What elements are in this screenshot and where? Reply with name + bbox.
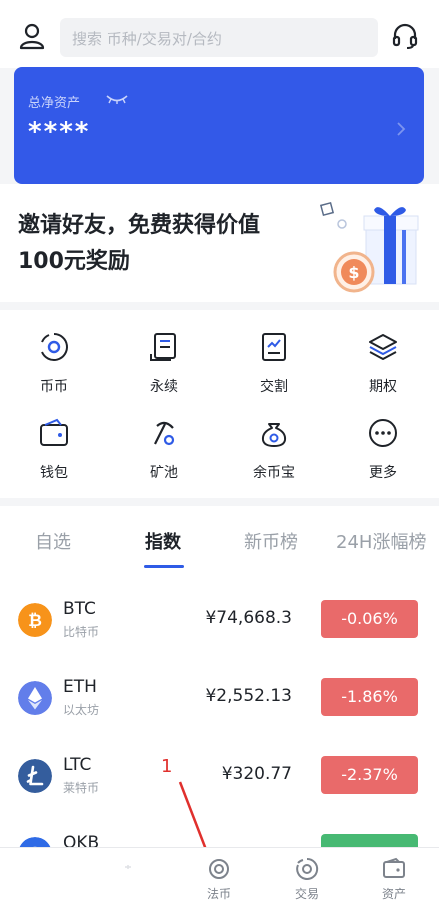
menu-item-futures[interactable]: 交割 (234, 318, 314, 398)
assets-icon (383, 857, 405, 878)
more-icon (369, 419, 397, 447)
invite-promo-banner[interactable]: 邀请好友，免费获得价值100元奖励 $ (0, 184, 439, 302)
bottom-nav: 法币 交易 资产 (0, 847, 439, 911)
coin-price: ¥320.77 (221, 764, 292, 784)
coin-name: 比特币 (63, 625, 100, 639)
user-icon[interactable] (18, 22, 46, 50)
menu-item-wallet[interactable]: 钱包 (14, 404, 94, 484)
headset-icon[interactable] (391, 22, 419, 50)
options-icon (369, 334, 397, 360)
gift-coin-illustration: $ (319, 201, 419, 293)
tab-24h-gainers[interactable]: 24H涨幅榜 (336, 528, 426, 554)
trade-icon (296, 857, 319, 880)
search-placeholder: 搜索 币种/交易对/合约 (72, 30, 222, 48)
total-assets-value: **** (28, 117, 91, 147)
coin-symbol: LTC (63, 755, 92, 775)
total-assets-card[interactable]: 总净资产 **** (14, 67, 424, 184)
coin-name: 莱特币 (63, 781, 100, 795)
menu-item-options[interactable]: 期权 (343, 318, 423, 398)
tab-index[interactable]: 指数 (145, 528, 181, 554)
svg-text:₿: ₿ (28, 611, 42, 631)
tab-new-coins[interactable]: 新币榜 (244, 528, 298, 554)
change-badge: -1.86% (321, 678, 418, 716)
search-input[interactable]: 搜索 币种/交易对/合约 (60, 18, 378, 57)
home-icon (125, 865, 131, 869)
nav-label: 资产 (381, 887, 406, 901)
menu-label: 更多 (369, 465, 397, 481)
coin-symbol: BTC (63, 599, 96, 619)
promo-text: 邀请好友，免费获得价值100元奖励 (18, 213, 261, 274)
futures-icon (262, 333, 286, 361)
bitcoin-icon: ₿ (18, 603, 52, 637)
mining-pool-icon (154, 421, 175, 446)
menu-label: 币币 (40, 379, 68, 395)
ethereum-icon (18, 681, 52, 715)
menu-item-savings[interactable]: 余币宝 (234, 404, 314, 484)
spot-icon (41, 333, 68, 361)
table-row[interactable]: ETH 以太坊 ¥2,552.13 -1.86% (0, 669, 439, 747)
active-tab-indicator (144, 565, 184, 568)
perpetual-icon (150, 333, 176, 361)
fiat-icon (209, 859, 229, 879)
nav-fiat[interactable]: 法币 (189, 856, 249, 902)
menu-label: 钱包 (40, 465, 68, 481)
nav-label: 法币 (206, 887, 231, 901)
menu-item-more[interactable]: 更多 (343, 404, 423, 484)
tab-favorites[interactable]: 自选 (35, 528, 71, 554)
top-bar: 搜索 币种/交易对/合约 (0, 0, 439, 68)
menu-item-spot[interactable]: 币币 (14, 318, 94, 398)
svg-text:$: $ (348, 263, 359, 282)
nav-assets[interactable]: 资产 (364, 856, 424, 902)
wallet-icon (40, 418, 68, 446)
menu-item-mining-pool[interactable]: 矿池 (124, 404, 204, 484)
nav-home[interactable] (98, 856, 158, 885)
total-assets-label: 总净资产 (28, 96, 81, 111)
coin-price: ¥2,552.13 (205, 686, 292, 706)
menu-item-perpetual[interactable]: 永续 (124, 318, 204, 398)
litecoin-icon (18, 759, 52, 793)
coin-name: 以太坊 (63, 703, 100, 717)
coin-price: ¥74,668.3 (205, 608, 292, 628)
menu-label: 余币宝 (253, 465, 295, 481)
hide-eye-icon[interactable] (106, 93, 128, 105)
savings-icon (261, 423, 287, 447)
table-row[interactable]: ₿ BTC 比特币 ¥74,668.3 -0.06% (0, 591, 439, 669)
nav-label: 交易 (294, 887, 319, 901)
menu-label: 永续 (150, 379, 178, 395)
quick-menu-grid: 币币 永续 交割 期权 钱包 矿池 余币宝 更多 (0, 310, 439, 498)
coin-symbol: ETH (63, 677, 97, 697)
change-badge: -0.06% (321, 600, 418, 638)
chevron-right-icon (397, 122, 406, 136)
nav-trade[interactable]: 交易 (277, 856, 337, 902)
annotation-step-number: 1 (161, 756, 173, 777)
menu-label: 期权 (369, 379, 397, 395)
menu-label: 矿池 (150, 465, 178, 481)
menu-label: 交割 (260, 379, 288, 395)
change-badge: -2.37% (321, 756, 418, 794)
